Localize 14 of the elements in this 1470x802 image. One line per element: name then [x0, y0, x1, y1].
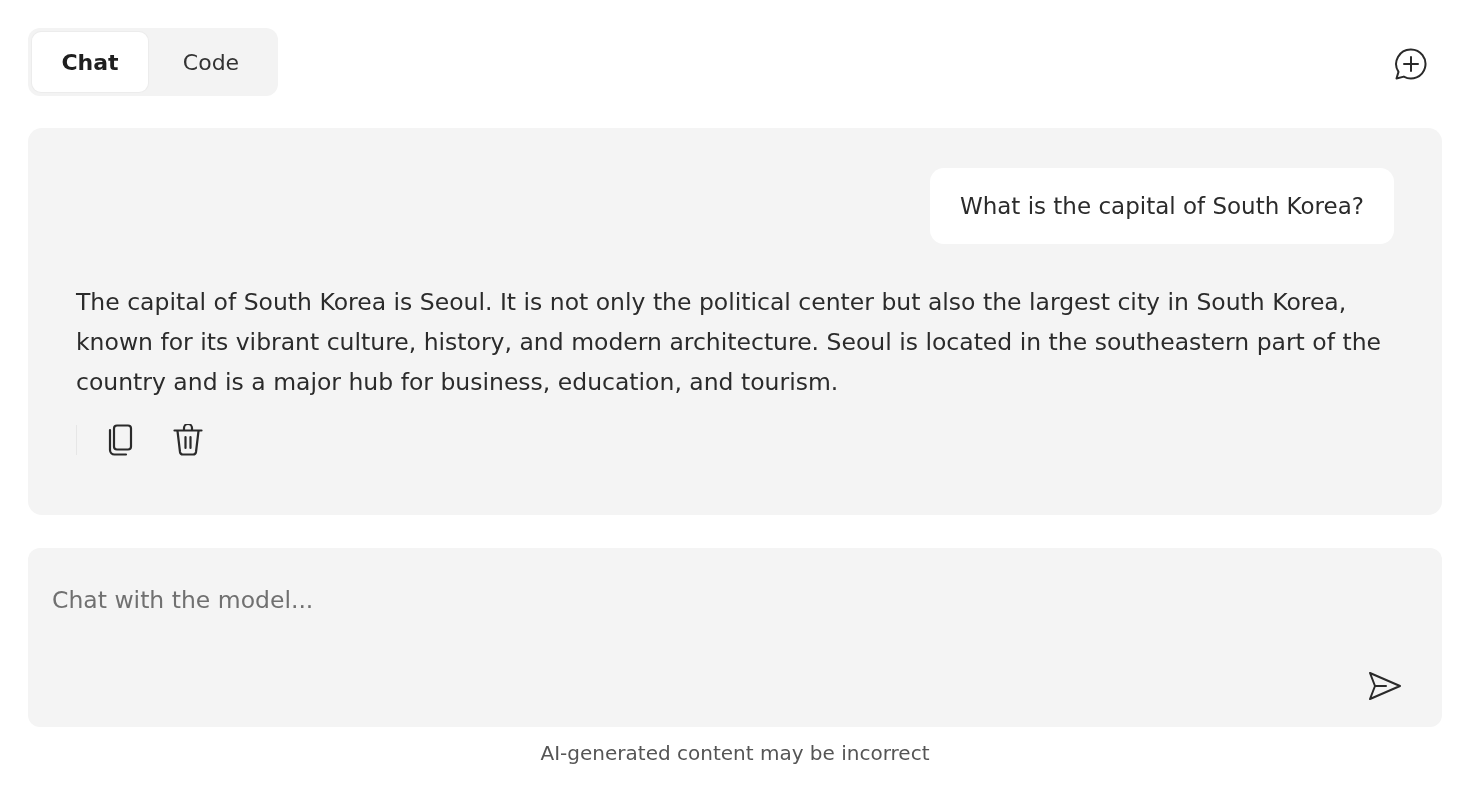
- assistant-message: The capital of South Korea is Seoul. It is not only the political center but also the largest city in South Korea, known for its vibrant culture, history, and modern architecture. Seoul is located in the southeastern part of the country and is a major hub for business, education, and tourism.: [76, 287, 1382, 398]
- delete-button[interactable]: [173, 424, 203, 456]
- tab[interactable]: Chat: [32, 32, 148, 92]
- send-button[interactable]: [1368, 671, 1402, 701]
- send-icon: [1368, 671, 1402, 701]
- trash-icon: [173, 424, 203, 456]
- copy-button[interactable]: [107, 424, 133, 456]
- user-message: What is the capital of South Korea?: [929, 168, 1394, 244]
- message-input[interactable]: Chat with the model...: [52, 583, 1418, 619]
- tab[interactable]: Code: [148, 32, 274, 92]
- new-chat-icon[interactable]: [1394, 47, 1428, 81]
- copy-icon: [107, 424, 133, 456]
- message-composer[interactable]: Chat with the model...: [28, 548, 1442, 727]
- disclaimer-text: AI-generated content may be incorrect: [540, 740, 930, 767]
